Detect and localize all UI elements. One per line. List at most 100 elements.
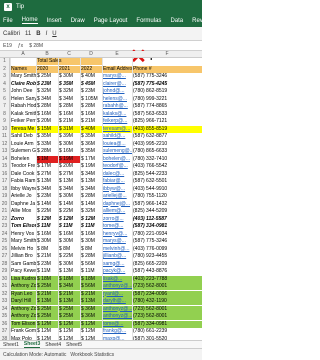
email-cell[interactable]: johnd@...: [102, 88, 132, 95]
sales-2020-cell[interactable]: $ 21M: [36, 290, 58, 298]
name-cell[interactable]: Teresa Me: [10, 125, 36, 133]
phone-cell[interactable]: (403) 544-9910: [132, 186, 202, 193]
name-cell[interactable]: Dale Cook: [10, 171, 36, 178]
row-header[interactable]: 31: [0, 283, 10, 291]
email-cell[interactable]: ariellej@...: [102, 193, 132, 200]
sales-2021-cell[interactable]: $ 20M: [58, 163, 80, 170]
row-header[interactable]: 29: [0, 268, 10, 276]
column-header-b[interactable]: B: [36, 51, 58, 58]
email-cell[interactable]: louiea@...: [102, 141, 132, 148]
row-header[interactable]: 12: [0, 140, 10, 148]
row-header[interactable]: 7: [0, 103, 10, 111]
sales-2022-cell[interactable]: $ 18M: [80, 275, 102, 283]
sales-2022-cell[interactable]: $ 40M: [80, 125, 102, 133]
name-cell[interactable]: Jillian Bro: [10, 253, 36, 260]
name-cell[interactable]: Tom Elison: [10, 223, 36, 230]
sales-2022-cell[interactable]: $ 28M: [80, 103, 102, 110]
sales-2020-cell[interactable]: $ 17M: [36, 163, 58, 170]
font-name-select[interactable]: Calibri: [3, 31, 20, 37]
italic-button[interactable]: I: [46, 31, 48, 37]
name-cell[interactable]: Ryan Leo: [10, 290, 36, 298]
row-header[interactable]: 14: [0, 155, 10, 163]
sales-2022-cell[interactable]: $ 11M: [80, 223, 102, 230]
sales-2022-cell[interactable]: $ 40M: [80, 73, 102, 80]
row-header[interactable]: 24: [0, 230, 10, 238]
email-cell[interactable]: sahild@...: [102, 133, 132, 140]
name-cell[interactable]: Bohelen: [10, 156, 36, 163]
name-cell[interactable]: Daryl Hill: [10, 298, 36, 305]
name-cell[interactable]: Zorro: [10, 216, 36, 223]
email-cell[interactable]: kalaks@...: [102, 111, 132, 118]
email-cell[interactable]: zorro@...: [102, 216, 132, 223]
email-cell[interactable]: rabahh@...: [102, 103, 132, 110]
name-cell[interactable]: Anthony Zo: [10, 283, 36, 290]
column-header-c[interactable]: C: [58, 51, 80, 58]
sales-2020-cell[interactable]: $ 15M: [36, 125, 58, 133]
sales-2021-cell[interactable]: $ 30M: [58, 73, 80, 80]
phone-cell[interactable]: (587) 632-5501: [132, 178, 202, 185]
name-cell[interactable]: Sahil Deb: [10, 133, 36, 140]
sales-2022-cell[interactable]: $ 14M: [80, 201, 102, 208]
name-cell[interactable]: Helen Sany: [10, 96, 36, 103]
column-header-d[interactable]: D: [80, 51, 102, 58]
phone-cell[interactable]: (723) 562-8001: [132, 305, 202, 313]
column-header-f[interactable]: F: [132, 51, 202, 58]
sales-2020-cell[interactable]: $ 16M: [36, 111, 58, 118]
tab-formulas[interactable]: Formulas: [136, 18, 161, 24]
sales-2021-cell[interactable]: $ 16M: [58, 148, 80, 155]
email-cell[interactable]: daphnej@...: [102, 201, 132, 208]
name-cell[interactable]: Pacy Kewe: [10, 268, 36, 275]
phone-cell[interactable]: (403) 776-0099: [132, 246, 202, 253]
underline-button[interactable]: U: [52, 31, 56, 37]
phone-cell[interactable]: (587) 334-0981: [132, 223, 202, 230]
sales-2021-cell[interactable]: $ 30M: [58, 238, 80, 245]
sales-2022-cell[interactable]: $ 12M: [80, 216, 102, 223]
email-cell[interactable]: marys@...: [102, 73, 132, 80]
sales-2021-cell[interactable]: $ 32M: [58, 88, 80, 95]
sales-2020-cell[interactable]: $ 12M: [36, 328, 58, 335]
row-header[interactable]: 6: [0, 95, 10, 103]
email-cell[interactable]: samg@...: [102, 261, 132, 268]
year-2022-header[interactable]: 2022: [80, 65, 102, 73]
phone-cell[interactable]: (825) 544-2233: [132, 171, 202, 178]
row-header[interactable]: 32: [0, 290, 10, 298]
bold-button[interactable]: B: [36, 31, 40, 37]
sales-2022-cell[interactable]: $ 12M: [80, 320, 102, 328]
sales-2020-cell[interactable]: $ 28M: [36, 148, 58, 155]
name-cell[interactable]: Henry Vos: [10, 231, 36, 238]
sales-2021-cell[interactable]: $ 35M: [58, 81, 80, 88]
tab-review[interactable]: Review: [192, 18, 202, 24]
phone-cell[interactable]: (723) 562-8001: [132, 313, 202, 320]
row-header[interactable]: 21: [0, 208, 10, 216]
sales-2022-cell[interactable]: $ 105M: [80, 96, 102, 103]
sales-2020-cell[interactable]: $ 8M: [36, 246, 58, 253]
column-header-a[interactable]: A: [10, 51, 36, 58]
sales-2020-cell[interactable]: $ 23M: [36, 81, 58, 88]
phone-cell[interactable]: (587) 443-8876: [132, 268, 202, 275]
sales-2020-cell[interactable]: $ 32M: [36, 88, 58, 95]
name-cell[interactable]: Anthony Zo: [10, 313, 36, 320]
phone-cell[interactable]: (780) 432-1190: [132, 298, 202, 305]
row-header[interactable]: 20: [0, 200, 10, 208]
phone-cell[interactable]: (780) 661-2239: [132, 328, 202, 335]
sales-2022-cell[interactable]: $ 23M: [80, 88, 102, 95]
sheet-tab-sheet3[interactable]: Sheet3: [23, 341, 41, 348]
phone-cell[interactable]: (587) 234-0096: [132, 290, 202, 298]
tab-draw[interactable]: Draw: [71, 18, 85, 24]
email-cell[interactable]: tome@...: [102, 223, 132, 230]
phone-cell[interactable]: (825) 665-2209: [132, 261, 202, 268]
sales-2021-cell[interactable]: $ 30M: [58, 193, 80, 200]
sales-2021-cell[interactable]: $ 12M: [58, 328, 80, 335]
sales-2021-cell[interactable]: $ 27M: [58, 171, 80, 178]
tab-page-layout[interactable]: Page Layout: [94, 18, 128, 24]
name-cell[interactable]: Mary Smith: [10, 73, 36, 80]
row-header[interactable]: 37: [0, 328, 10, 336]
sales-2020-cell[interactable]: $ 13M: [36, 298, 58, 305]
sales-2022-cell[interactable]: $ 56M: [80, 283, 102, 290]
phone-cell[interactable]: (403) 112-5587: [132, 216, 202, 223]
row-header[interactable]: 36: [0, 320, 10, 328]
phone-cell[interactable]: (780) 862-8519: [132, 88, 202, 95]
sales-2020-cell[interactable]: $ 18M: [36, 275, 58, 283]
phone-cell[interactable]: (403) 855-8519: [132, 125, 202, 133]
phone-cell[interactable]: (780) 221-0934: [132, 231, 202, 238]
